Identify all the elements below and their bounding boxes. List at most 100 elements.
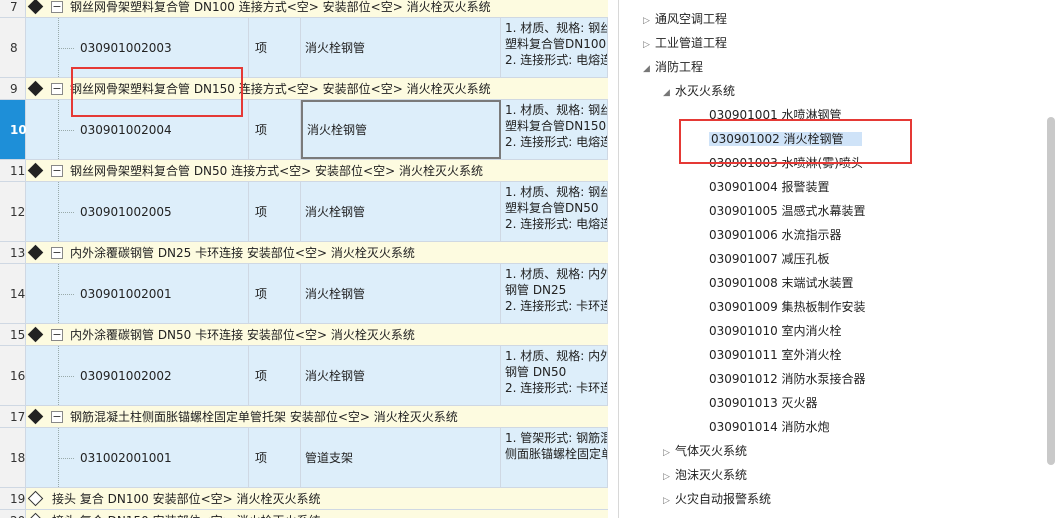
row-number[interactable]: 10 [0,100,27,159]
row-number[interactable]: 12 [0,182,26,241]
row-number[interactable]: 13 [0,242,26,263]
tree-node[interactable]: ▷ 通风空调工程 [643,8,727,30]
item-feature-cell[interactable]: 1. 材质、规格: 钢丝 塑料复合管DN150 2. 连接形式: 电熔连 [501,100,608,159]
item-name-cell[interactable]: 消火栓钢管 [301,100,501,159]
tree-node-label: 工业管道工程 [655,36,728,50]
tree-node-label: 030901007 减压孔板 [709,252,830,266]
row-number[interactable]: 16 [0,346,26,405]
row-number[interactable]: 14 [0,264,26,323]
minus-box-icon[interactable]: − [51,83,63,95]
triangle-right-icon[interactable]: ▷ [643,34,655,56]
unit-cell[interactable]: 项 [249,100,301,159]
row-number[interactable]: 20 [0,510,26,518]
tree-node-label: 030901014 消防水炮 [709,420,830,434]
tree-node-label: 030901006 水流指示器 [709,228,842,242]
item-code-cell[interactable]: 030901002002 [26,346,249,405]
item-feature-cell[interactable]: 1. 材质、规格: 钢丝 塑料复合管DN100 2. 连接形式: 电熔连 [501,18,608,77]
tree-node[interactable]: ▷ 泡沫灭火系统 [663,464,747,486]
tree-scrollbar[interactable] [1047,117,1055,465]
tree-node[interactable]: ◢ 水灭火系统 [663,80,735,102]
triangle-right-icon[interactable]: ▷ [663,442,675,464]
item-row[interactable]: 14 030901002001 项消火栓钢管 1. 材质、规格: 内外 钢管 DN25 2… [0,264,608,324]
tree-node[interactable]: ▷ 气体灭火系统 [663,440,747,462]
tree-node[interactable]: 030901006 水流指示器 [709,224,842,246]
minus-box-icon[interactable]: − [51,1,63,13]
tree-node[interactable]: 030901013 灭火器 [709,392,818,414]
triangle-right-icon[interactable]: ▷ [663,466,675,488]
item-name-cell[interactable]: 消火栓钢管 [301,264,501,323]
row-number[interactable]: 9 [0,78,26,99]
tree-node[interactable]: 030901009 集热板制作安装 [709,296,866,318]
triangle-right-icon[interactable]: ▷ [643,10,655,32]
item-code-cell[interactable]: 030901002001 [26,264,249,323]
item-name-cell[interactable]: 消火栓钢管 [301,346,501,405]
triangle-down-icon[interactable]: ◢ [643,58,655,80]
minus-box-icon[interactable]: − [51,329,63,341]
minus-box-icon[interactable]: − [51,165,63,177]
group-row[interactable]: 15 − 内外涂覆碳钢管 DN50 卡环连接 安装部位<空> 消火栓灭火系统 [0,324,608,346]
unit-cell[interactable]: 项 [249,346,301,405]
unit-cell[interactable]: 项 [249,428,301,487]
item-row[interactable]: 12 030901002005 项消火栓钢管 1. 材质、规格: 钢丝 塑料复合管DN5… [0,182,608,242]
tree-node[interactable]: 030901005 温感式水幕装置 [709,200,866,222]
group-row[interactable]: 13 − 内外涂覆碳钢管 DN25 卡环连接 安装部位<空> 消火栓灭火系统 [0,242,608,264]
tree-node[interactable]: 030901012 消防水泵接合器 [709,368,866,390]
tree-node[interactable]: ▷ 工业管道工程 [643,32,727,54]
item-name-cell[interactable]: 消火栓钢管 [301,18,501,77]
filled-diamond-icon [27,162,44,179]
feature-line: 2. 连接形式: 电熔连 [505,217,608,231]
item-row[interactable]: 18 031002001001 项管道支架 1. 管架形式: 钢筋混 侧面胀锚螺栓固定单 [0,428,608,488]
unit-cell[interactable]: 项 [249,182,301,241]
group-description: 接头 复合 DN150 安装部位<空> 消火栓灭火系统 [52,510,321,518]
item-feature-cell[interactable]: 1. 材质、规格: 内外 钢管 DN25 2. 连接形式: 卡环连 [501,264,608,323]
item-name-cell[interactable]: 消火栓钢管 [301,182,501,241]
row-number[interactable]: 7 [0,0,26,17]
row-number[interactable]: 8 [0,18,26,77]
unit-cell[interactable]: 项 [249,264,301,323]
row-number[interactable]: 17 [0,406,26,427]
tree-node[interactable]: 030901014 消防水炮 [709,416,830,438]
row-number[interactable]: 19 [0,488,26,509]
minus-box-icon[interactable]: − [51,411,63,423]
tree-node-label: 030901004 报警装置 [709,180,830,194]
group-row[interactable]: 20 接头 复合 DN150 安装部位<空> 消火栓灭火系统 [0,510,608,518]
feature-line: 2. 连接形式: 卡环连 [505,381,608,395]
item-code-cell[interactable]: 030901002005 [26,182,249,241]
item-feature-cell[interactable]: 1. 管架形式: 钢筋混 侧面胀锚螺栓固定单 [501,428,608,487]
group-row[interactable]: 11 − 钢丝网骨架塑料复合管 DN50 连接方式<空> 安装部位<空> 消火栓灭火… [0,160,608,182]
tree-node[interactable]: 030901007 减压孔板 [709,248,830,270]
row-number[interactable]: 15 [0,324,26,345]
tree-node[interactable]: 030901011 室外消火栓 [709,344,842,366]
minus-box-icon[interactable]: − [51,247,63,259]
group-description: 钢丝网骨架塑料复合管 DN50 连接方式<空> 安装部位<空> 消火栓灭火系统 [70,164,483,178]
group-row[interactable]: 7 − 钢丝网骨架塑料复合管 DN100 连接方式<空> 安装部位<空> 消火栓灭火… [0,0,608,18]
row-number[interactable]: 11 [0,160,26,181]
tree-node-label: 030901005 温感式水幕装置 [709,204,866,218]
filled-diamond-icon [27,408,44,425]
splitter[interactable] [608,0,618,518]
unit-cell[interactable]: 项 [249,18,301,77]
row-number[interactable]: 18 [0,428,26,487]
feature-line: 1. 材质、规格: 钢丝 [505,103,608,117]
triangle-down-icon[interactable]: ◢ [663,82,675,104]
hollow-diamond-icon [27,490,44,507]
tree-node[interactable]: 030901010 室内消火栓 [709,320,842,342]
item-feature-cell[interactable]: 1. 材质、规格: 钢丝 塑料复合管DN50 2. 连接形式: 电熔连 [501,182,608,241]
item-row[interactable]: 16 030901002002 项消火栓钢管 1. 材质、规格: 内外 钢管 DN50 2… [0,346,608,406]
classification-tree[interactable]: ▷ 通风空调工程 ▷ 工业管道工程 ◢ 消防工程 ◢ 水灭火系统 030901001 水喷淋钢管… [618,0,1062,518]
item-feature-cell[interactable]: 1. 材质、规格: 内外 钢管 DN50 2. 连接形式: 卡环连 [501,346,608,405]
tree-node[interactable]: 030901004 报警装置 [709,176,830,198]
tree-node-label: 030901011 室外消火栓 [709,348,842,362]
filled-diamond-icon [27,80,44,97]
feature-line: 钢管 DN25 [505,283,567,297]
triangle-right-icon[interactable]: ▷ [663,490,675,512]
group-row[interactable]: 19 接头 复合 DN100 安装部位<空> 消火栓灭火系统 [0,488,608,510]
tree-node[interactable]: ◢ 消防工程 [643,56,703,78]
item-name-cell[interactable]: 管道支架 [301,428,501,487]
tree-node-label: 030901012 消防水泵接合器 [709,372,866,386]
tree-node[interactable]: ▷ 火灾自动报警系统 [663,488,771,510]
tree-node[interactable]: 030901008 末端试水装置 [709,272,854,294]
item-code-cell[interactable]: 031002001001 [26,428,249,487]
group-row[interactable]: 17 − 钢筋混凝土柱侧面胀锚螺栓固定单管托架 安装部位<空> 消火栓灭火系统 [0,406,608,428]
feature-line: 2. 连接形式: 电熔连 [505,135,608,149]
